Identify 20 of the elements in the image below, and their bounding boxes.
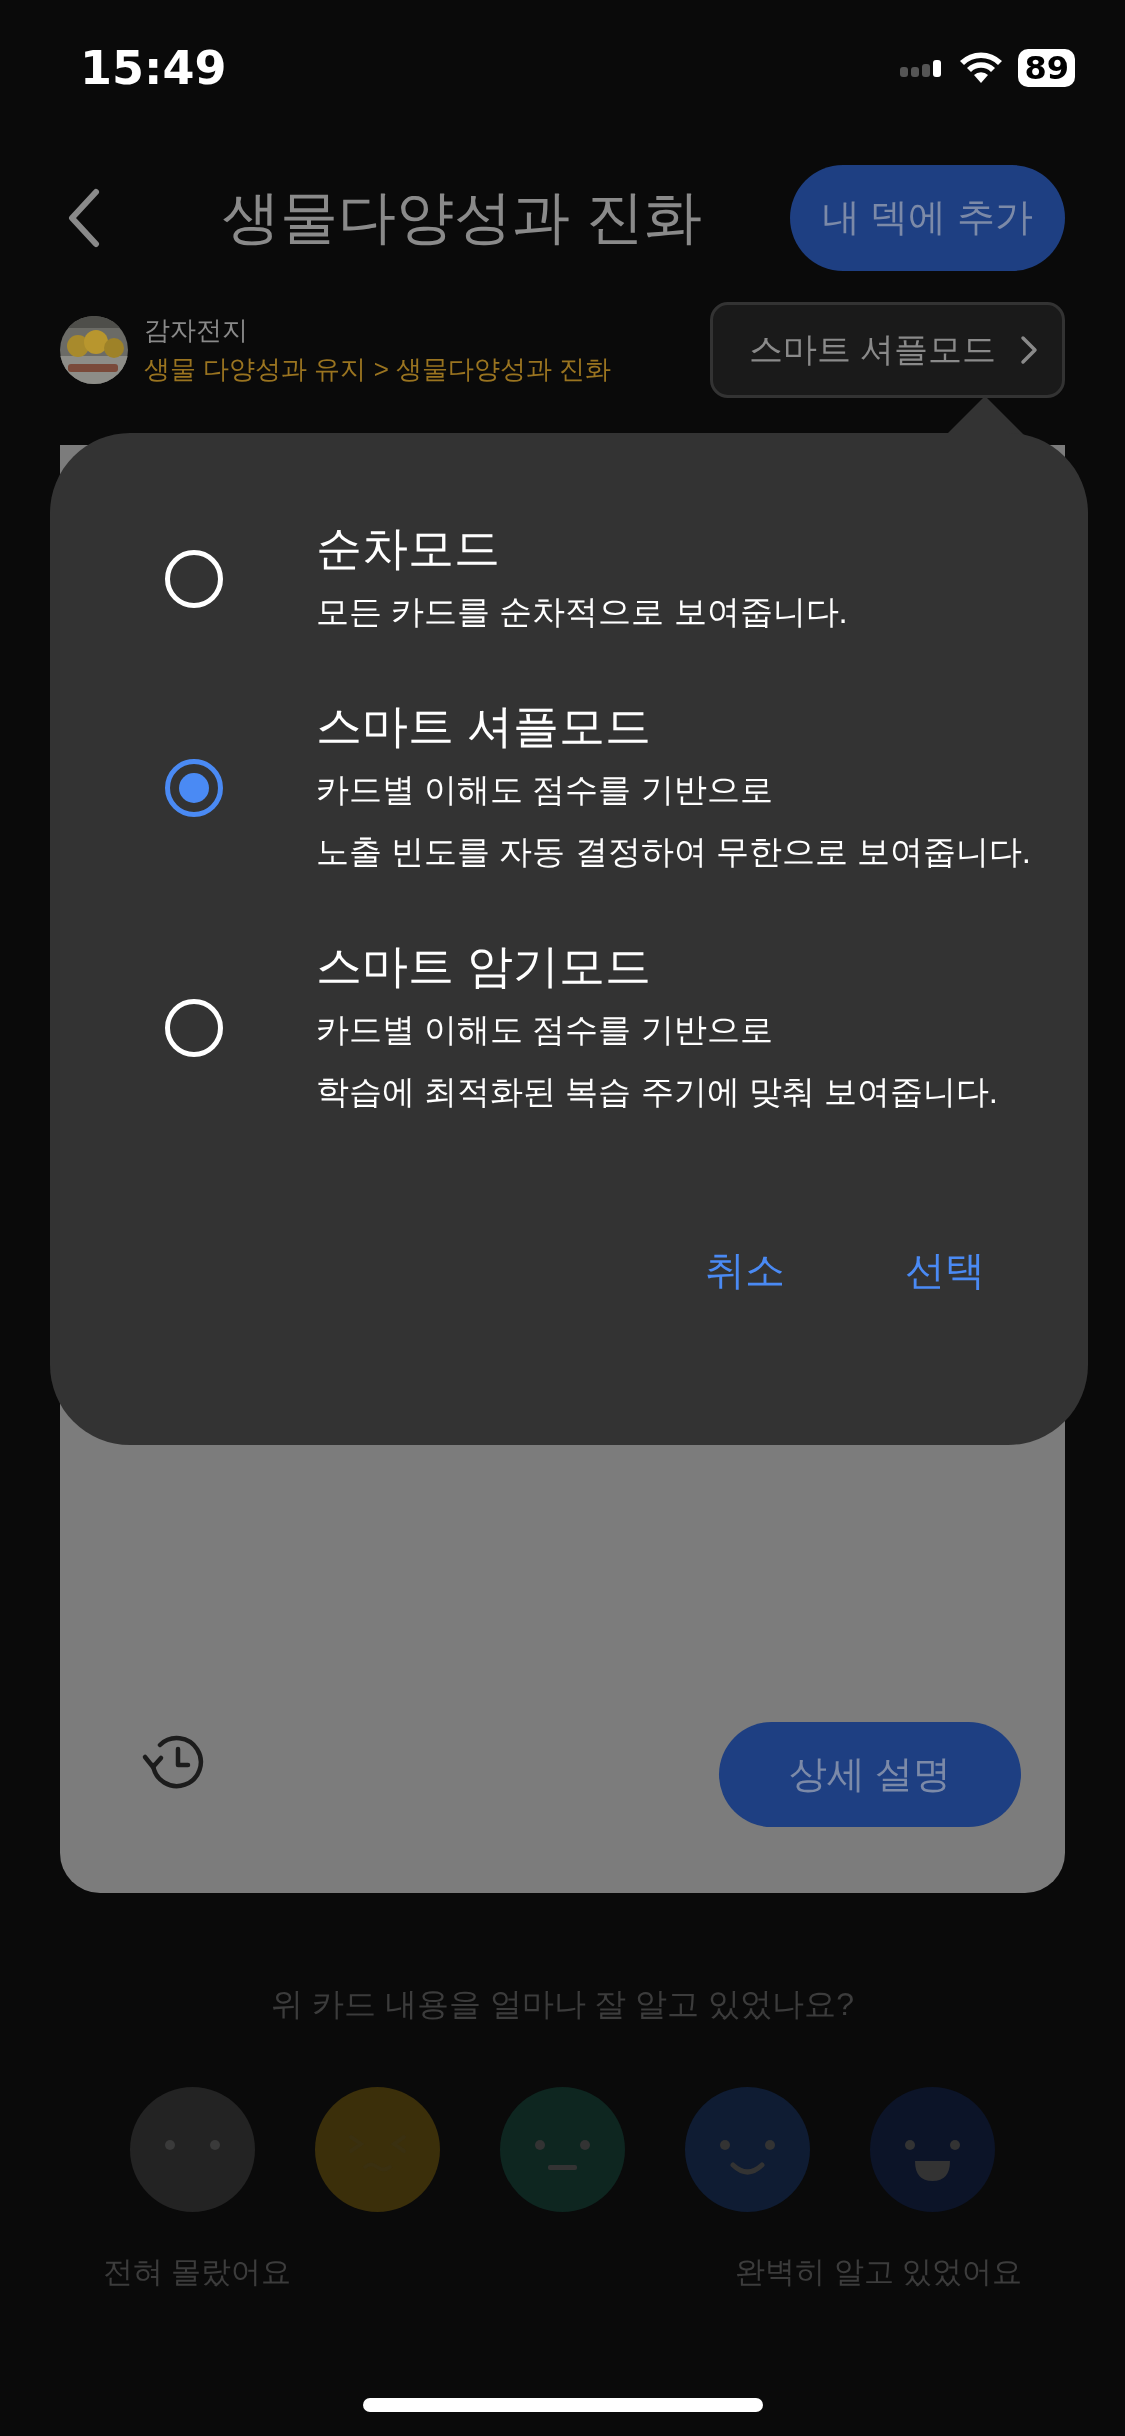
back-icon[interactable] [66, 187, 102, 248]
battery-indicator: 89 [1018, 48, 1075, 87]
detail-button[interactable]: 상세 설명 [719, 1722, 1021, 1827]
mode-button[interactable]: 스마트 셔플모드 [709, 302, 1065, 398]
wifi-icon [958, 50, 1005, 85]
option-title: 순차모드 [316, 521, 501, 576]
status-time: 15:49 [80, 40, 227, 95]
chevron-right-icon [1020, 335, 1038, 365]
dialog-button[interactable]: 선택 [885, 1233, 1005, 1308]
option-title: 스마트 셔플모드 [316, 699, 652, 754]
dialog-button[interactable]: 취소 [685, 1233, 805, 1308]
option-title: 스마트 암기모드 [316, 939, 652, 994]
page-title: 생물다양성과 진화 [222, 182, 704, 251]
option-description: 카드별 이해도 점수를 기반으로 학습에 최적화된 복습 주기에 맞춰 보여줍니다. [316, 1010, 998, 1112]
author-name: 감자전지 [144, 314, 249, 347]
add-to-deck-button[interactable]: 내 덱에 추가 [789, 164, 1065, 271]
breadcrumb[interactable]: 생물 다양성과 유지 > 생물다양성과 진화 [144, 352, 710, 387]
option-description: 카드별 이해도 점수를 기반으로 노출 빈도를 자동 결정하여 무한으로 보여줍니다. [316, 770, 1031, 872]
radio-button[interactable] [165, 759, 223, 817]
option-description: 모든 카드를 순차적으로 보여줍니다. [316, 592, 848, 632]
